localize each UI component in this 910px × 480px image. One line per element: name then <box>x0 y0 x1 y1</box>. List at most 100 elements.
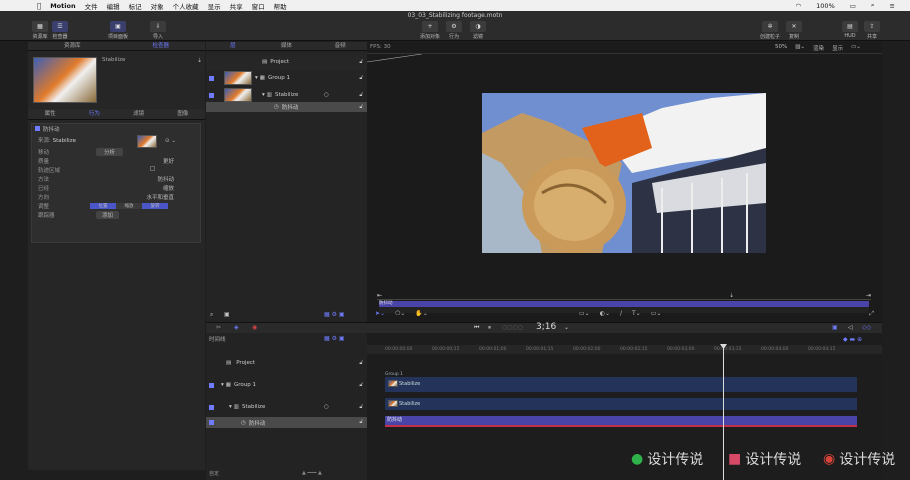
menu-help[interactable]: 帮助 <box>274 1 287 11</box>
menu-object[interactable]: 对象 <box>151 1 164 11</box>
pin-icon[interactable]: ⇣ <box>197 57 202 64</box>
quality-select[interactable]: 更好 <box>84 157 200 165</box>
tab-behaviors[interactable]: 行为 <box>72 109 116 119</box>
battery-icon[interactable]: ▭ <box>850 2 856 10</box>
tab-audio[interactable]: 音频 <box>313 42 367 50</box>
lock-icon[interactable]: 🔓︎ <box>359 382 363 389</box>
layer-options-icons[interactable]: ▦ ⚙ ▣ <box>324 311 345 318</box>
source-target-icon[interactable]: ⊙ ⌄ <box>165 138 176 144</box>
library-button[interactable]: ▦ 资源库 <box>32 21 48 40</box>
lock-icon[interactable]: 🔓︎ <box>359 59 363 66</box>
playhead-marker-icon[interactable]: ⇣ <box>729 292 734 299</box>
thumbnail-toggle-icon[interactable]: ▣ <box>224 311 230 318</box>
layout-icon[interactable]: ▭⌄ <box>851 44 861 52</box>
disclosure-icon[interactable]: ▾ <box>221 382 224 388</box>
stabilize-clip-track[interactable]: Stabilize <box>385 377 857 392</box>
timeline-layer-stabilize[interactable]: ▾ ▥ Stabilize ○ 🔓︎ <box>206 399 367 415</box>
analyze-button[interactable]: 分析 <box>96 147 124 156</box>
timeline-layer-project[interactable]: ▤ Project 🔓︎ <box>206 355 367 371</box>
stabilize-clip-sub-track[interactable]: Stabilize <box>385 398 857 410</box>
lock-icon[interactable]: 🔓︎ <box>359 360 363 367</box>
text-tool-icon[interactable]: T⌄ <box>632 310 641 317</box>
menu-mark[interactable]: 标记 <box>129 1 142 11</box>
stabilize-visibility-checkbox[interactable] <box>209 92 214 98</box>
apple-icon[interactable]:  <box>37 2 41 10</box>
record-tools-icon[interactable]: ✂ <box>216 324 221 331</box>
playhead[interactable] <box>723 345 724 480</box>
filters-button[interactable]: ◑ 滤镜 <box>470 21 486 40</box>
import-button[interactable]: ⇩ 导入 <box>150 21 166 40</box>
track-region-checkbox[interactable] <box>150 166 155 171</box>
tab-properties[interactable]: 属性 <box>28 109 72 119</box>
zoom-select[interactable]: 50% <box>775 44 787 52</box>
tab-layers[interactable]: 层 <box>206 42 260 50</box>
menu-share[interactable]: 共享 <box>230 1 243 11</box>
timeline-toggle-icon[interactable]: ▣ <box>832 324 838 331</box>
render-menu[interactable]: 渲染 <box>813 44 824 52</box>
menu-favorites[interactable]: 个人收藏 <box>173 1 199 11</box>
hud-button[interactable]: ▤ HUD <box>842 21 858 39</box>
add-object-button[interactable]: + 添加对象 <box>420 21 440 40</box>
lock-icon[interactable]: 🔓︎ <box>359 92 363 99</box>
in-point-icon[interactable]: ⇤ <box>377 292 382 299</box>
group-enable-checkbox[interactable] <box>209 382 214 388</box>
expand-icon[interactable]: ◇◇ <box>862 324 871 331</box>
record-icon[interactable]: ◉ <box>252 324 257 331</box>
menu-edit[interactable]: 编辑 <box>107 1 120 11</box>
keyframe-icon[interactable]: ◈ <box>234 324 239 331</box>
canvas-video-frame[interactable] <box>482 93 766 253</box>
view-menu[interactable]: 显示 <box>832 44 843 52</box>
behavior-enable-checkbox[interactable] <box>35 126 40 131</box>
group-visibility-checkbox[interactable] <box>209 75 214 81</box>
list-icon[interactable]: ≡ <box>890 2 895 10</box>
behavior-bar[interactable]: 防抖动 <box>385 416 857 427</box>
menu-view[interactable]: 显示 <box>208 1 221 11</box>
pan-tool-icon[interactable]: ✋⌄ <box>415 310 428 317</box>
disclosure-icon[interactable]: ▾ <box>229 404 232 410</box>
adjust-rotation[interactable]: 旋转 <box>142 202 168 209</box>
lock-icon[interactable]: 🔓︎ <box>359 104 363 111</box>
inspector-button[interactable]: ☰ 检查器 <box>52 21 68 40</box>
timeline-zoom-icons[interactable]: ◆ ▬ ⊕ <box>843 336 862 343</box>
timeline-options-icons[interactable]: ▦ ⚙ ▣ <box>324 335 345 342</box>
layer-stabilize[interactable]: ▾ ▥ Stabilize ○ 🔓︎ <box>206 87 367 103</box>
direction-select[interactable]: 水平和垂直 <box>84 193 200 201</box>
lock-icon[interactable]: 🔓︎ <box>359 75 363 82</box>
play-pause-icon[interactable]: ⏸ <box>488 324 491 332</box>
lock-icon[interactable]: 🔓︎ <box>359 404 363 411</box>
wifi-icon[interactable]: ◠ <box>795 2 801 10</box>
menu-window[interactable]: 窗口 <box>252 1 265 11</box>
timecode-menu-icon[interactable]: ⌄ <box>564 324 569 331</box>
borders-select[interactable]: 缩放 <box>84 184 200 192</box>
timecode-display[interactable]: 3;16 <box>536 322 556 332</box>
timeline-layer-behavior[interactable]: ◷ 防抖动 🔓︎ <box>206 417 367 428</box>
search-icon[interactable]: ⌕ <box>871 1 875 10</box>
tab-library[interactable]: 资源库 <box>28 42 117 50</box>
channels-icon[interactable]: ▨⌄ <box>795 44 805 52</box>
layer-group[interactable]: ▾ ▦ Group 1 🔓︎ <box>206 70 367 86</box>
out-point-icon[interactable]: ⇥ <box>866 292 871 299</box>
tab-image[interactable]: 图像 <box>161 109 205 119</box>
go-to-start-icon[interactable]: ⏮ <box>474 324 479 332</box>
disclosure-icon[interactable]: ▾ <box>262 92 265 98</box>
adjust-scale[interactable]: 缩放 <box>116 202 142 209</box>
tab-media[interactable]: 媒体 <box>260 42 314 50</box>
lock-icon[interactable]: 🔓︎ <box>359 419 363 426</box>
mini-timeline-ruler[interactable]: ⇤ ⇣ ⇥ <box>377 292 871 300</box>
shape-tool-icon[interactable]: ▭⌄ <box>579 310 590 317</box>
layer-behavior[interactable]: ◷ 防抖动 🔓︎ <box>206 102 367 112</box>
menu-file[interactable]: 文件 <box>85 1 98 11</box>
adjust-position[interactable]: 位置 <box>90 202 116 209</box>
behaviors-button[interactable]: ⚙ 行为 <box>446 21 462 40</box>
fullscreen-icon[interactable]: ⤢ <box>869 310 874 318</box>
timeline-layer-group[interactable]: ▾ ▦ Group 1 🔓︎ <box>206 377 367 393</box>
replicate-button[interactable]: ✕ 复制 <box>786 21 802 40</box>
timeline-view-select[interactable]: 自定 <box>209 470 219 477</box>
select-tool-icon[interactable]: ➤⌄ <box>375 310 385 317</box>
zoom-slider-icon[interactable]: ▲ ━━━ ▲ <box>302 470 322 476</box>
method-select[interactable]: 防抖动 <box>84 175 200 183</box>
loop-icons[interactable]: ○○○○ <box>502 324 523 331</box>
audio-icon[interactable]: ◁ <box>848 324 853 331</box>
make-particles-button[interactable]: ✲ 创建粒子 <box>760 21 780 40</box>
search-icon[interactable]: ⌕ <box>210 311 213 319</box>
